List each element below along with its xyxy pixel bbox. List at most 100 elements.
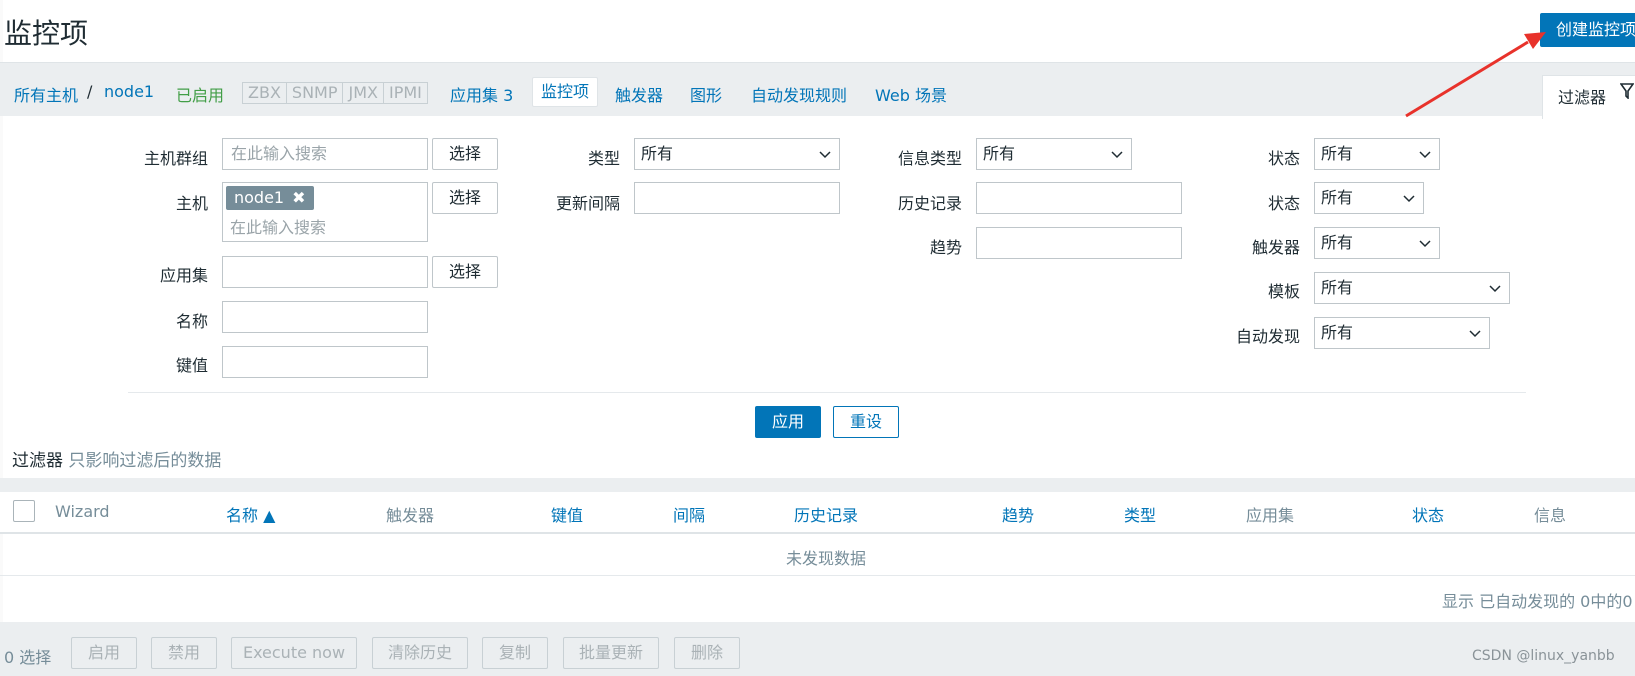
col-applications: 应用集	[1246, 506, 1295, 525]
triggers-select[interactable]: 所有	[1314, 227, 1440, 259]
tab-items[interactable]: 监控项	[532, 77, 599, 107]
copy-button[interactable]: 复制	[482, 637, 548, 669]
key-label: 键值	[175, 356, 208, 375]
name-label: 名称	[175, 312, 208, 331]
filter-funnel-icon	[1620, 83, 1634, 99]
type-select-value: 所有	[641, 144, 674, 163]
col-history[interactable]: 历史记录	[794, 502, 858, 526]
col-type[interactable]: 类型	[1124, 502, 1156, 526]
key-input[interactable]	[222, 346, 428, 378]
tab-graphs[interactable]: 图形	[690, 82, 722, 106]
state-select-value: 所有	[1321, 144, 1354, 163]
trends-label: 趋势	[929, 238, 962, 257]
enable-button[interactable]: 启用	[71, 637, 137, 669]
host-status-enabled[interactable]: 已启用	[176, 82, 224, 106]
annotation-arrow-icon	[1405, 32, 1546, 118]
chevron-down-icon	[1419, 151, 1431, 159]
state-select[interactable]: 所有	[1314, 138, 1440, 170]
badge-zbx: ZBX	[243, 83, 287, 103]
update-interval-input[interactable]	[634, 182, 840, 214]
badge-snmp: SNMP	[287, 83, 344, 103]
type-select[interactable]: 所有	[634, 138, 840, 170]
name-input[interactable]	[222, 301, 428, 333]
remove-tag-icon[interactable]: ✖	[292, 188, 305, 207]
status-select-value: 所有	[1321, 188, 1354, 207]
hosts-search-placeholder[interactable]: 在此输入搜索	[230, 214, 326, 238]
select-all-checkbox[interactable]	[13, 500, 35, 522]
tab-applications[interactable]: 应用集 3	[450, 82, 513, 106]
chevron-down-icon	[1111, 151, 1123, 159]
host-tag-node1[interactable]: node1 ✖	[226, 186, 314, 210]
page-title: 监控项	[4, 17, 89, 50]
badge-jmx: JMX	[343, 83, 384, 103]
trends-input[interactable]	[976, 227, 1182, 259]
delete-button[interactable]: 删除	[674, 637, 740, 669]
applications-input[interactable]	[222, 256, 428, 288]
info-type-select-value: 所有	[983, 144, 1016, 163]
execute-now-button[interactable]: Execute now	[231, 637, 357, 669]
host-groups-input[interactable]: 在此输入搜索	[222, 138, 428, 170]
col-key[interactable]: 键值	[551, 502, 583, 526]
history-label: 历史记录	[897, 194, 962, 213]
template-select[interactable]: 所有	[1314, 272, 1510, 304]
breadcrumb-all-hosts[interactable]: 所有主机	[14, 82, 78, 106]
col-info: 信息	[1534, 506, 1567, 525]
col-trends[interactable]: 趋势	[1002, 502, 1034, 526]
host-groups-select-button[interactable]: 选择	[432, 138, 498, 170]
chevron-down-icon	[1419, 240, 1431, 248]
tab-triggers[interactable]: 触发器	[615, 82, 663, 106]
col-wizard: Wizard	[55, 502, 110, 521]
filter-note-text: 只影响过滤后的数据	[68, 451, 222, 471]
no-data-text: 未发现数据	[786, 549, 867, 568]
hosts-label: 主机	[175, 194, 208, 213]
tab-web-scenarios[interactable]: Web 场景	[875, 82, 947, 106]
template-label: 模板	[1267, 282, 1300, 301]
paging-info: 显示 已自动发现的 0中的0	[1442, 592, 1633, 611]
col-triggers: 触发器	[386, 506, 435, 525]
applications-label: 应用集	[159, 266, 208, 285]
filter-note: 过滤器 只影响过滤后的数据	[12, 446, 221, 471]
status-select[interactable]: 所有	[1314, 182, 1424, 214]
triggers-label: 触发器	[1251, 238, 1300, 257]
state-label: 状态	[1267, 149, 1300, 168]
col-name[interactable]: 名称 ▲	[226, 502, 275, 526]
col-status[interactable]: 状态	[1412, 502, 1444, 526]
filter-note-prefix: 过滤器	[12, 451, 63, 471]
type-label: 类型	[587, 149, 620, 168]
badge-ipmi: IPMI	[388, 83, 422, 102]
chevron-down-icon	[1403, 195, 1415, 203]
history-input[interactable]	[976, 182, 1182, 214]
hosts-select-button[interactable]: 选择	[432, 182, 498, 214]
filter-tab-label: 过滤器	[1558, 88, 1607, 107]
chevron-down-icon	[1469, 330, 1481, 338]
create-item-button[interactable]: 创建监控项	[1540, 13, 1635, 47]
reset-button[interactable]: 重设	[833, 406, 899, 438]
template-select-value: 所有	[1321, 278, 1354, 297]
tab-discovery-rules[interactable]: 自动发现规则	[751, 82, 847, 106]
info-type-select[interactable]: 所有	[976, 138, 1132, 170]
mass-update-button[interactable]: 批量更新	[563, 637, 659, 669]
clear-history-button[interactable]: 清除历史	[372, 637, 468, 669]
selected-count: 0 选择	[4, 648, 52, 667]
discovered-select[interactable]: 所有	[1314, 317, 1490, 349]
availability-badges: ZBX SNMP JMX IPMI	[242, 82, 428, 104]
breadcrumb-separator: /	[87, 82, 93, 101]
chevron-down-icon	[1489, 285, 1501, 293]
disable-button[interactable]: 禁用	[151, 637, 217, 669]
col-interval[interactable]: 间隔	[673, 502, 705, 526]
breadcrumb-host[interactable]: node1	[104, 82, 154, 101]
table-top-band	[0, 478, 1635, 492]
discovered-label: 自动发现	[1235, 327, 1300, 346]
triggers-select-value: 所有	[1321, 233, 1354, 252]
discovered-select-value: 所有	[1321, 323, 1354, 342]
host-tag-label: node1	[234, 188, 285, 207]
watermark: CSDN @linux_yanbb	[1472, 648, 1615, 664]
info-type-label: 信息类型	[897, 149, 962, 168]
host-groups-label: 主机群组	[143, 149, 208, 168]
applications-select-button[interactable]: 选择	[432, 256, 498, 288]
status-label: 状态	[1267, 194, 1300, 213]
filter-divider	[128, 392, 1526, 393]
chevron-down-icon	[819, 151, 831, 159]
apply-button[interactable]: 应用	[755, 406, 821, 438]
update-interval-label: 更新间隔	[555, 194, 620, 213]
